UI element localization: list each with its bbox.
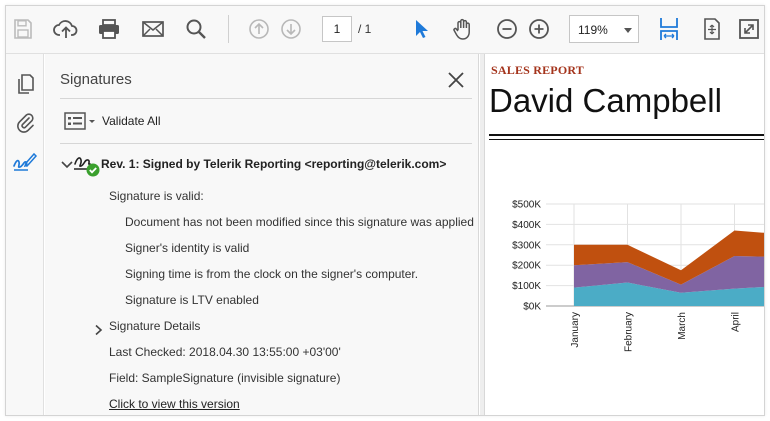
y-tick-label: $400K [512, 220, 541, 231]
printer-icon [99, 19, 119, 39]
report-person-name: David Campbell [489, 82, 722, 119]
signatures-panel-button[interactable] [11, 148, 39, 176]
signatures-panel: Signatures Validate All Rev. 1: Signed b… [45, 54, 479, 415]
signature-revision-label[interactable]: Rev. 1: Signed by Telerik Reporting <rep… [101, 157, 446, 171]
chevron-down-icon[interactable] [60, 158, 74, 172]
page-total: / 1 [358, 22, 372, 36]
search-button[interactable] [183, 16, 209, 42]
header-rule [489, 134, 764, 136]
signature-detail-item: Signer's identity is valid [125, 241, 250, 255]
y-tick-label: $0K [523, 302, 541, 313]
document-page: SALES REPORT David Campbell $0K $100K $200… [486, 54, 764, 415]
toolbar: / 1 119% [6, 6, 764, 54]
validate-all-button[interactable]: Validate All [102, 114, 160, 128]
pdf-viewer-window: / 1 119% [5, 5, 765, 416]
signature-detail-item: Document has not been modified since thi… [125, 215, 474, 229]
print-button[interactable] [96, 16, 122, 42]
cloud-upload-icon [53, 20, 78, 38]
save-icon [14, 19, 32, 39]
y-tick-label: $200K [512, 261, 541, 272]
attachments-panel-button[interactable] [11, 108, 39, 136]
envelope-icon [142, 21, 164, 37]
pages-icon [18, 74, 34, 94]
signature-detail-item: Signature is LTV enabled [125, 293, 259, 307]
email-button[interactable] [140, 16, 166, 42]
zoom-value: 119% [578, 23, 608, 37]
y-tick-label: $500K [512, 200, 541, 211]
zoom-select[interactable]: 119% [569, 15, 639, 43]
page-number-input[interactable] [322, 16, 352, 42]
x-tick-label: February [624, 312, 635, 352]
validate-options-button[interactable] [63, 110, 97, 132]
upload-button[interactable] [53, 16, 79, 42]
header-rule [489, 139, 764, 140]
arrow-up-circle-icon [249, 19, 269, 39]
zoom-in-icon [529, 19, 549, 39]
list-dropdown-icon [64, 112, 95, 130]
toolbar-divider [228, 15, 229, 43]
close-icon [448, 72, 464, 88]
paperclip-icon [17, 113, 34, 133]
page-gutter [480, 54, 485, 415]
view-version-link[interactable]: Click to view this version [109, 397, 240, 411]
expand-icon [739, 19, 759, 39]
document-view[interactable]: SALES REPORT David Campbell $0K $100K $200… [480, 54, 764, 415]
x-tick-label: March [677, 312, 688, 340]
x-tick-label: January [570, 312, 581, 348]
cursor-arrow-icon [416, 20, 428, 38]
hand-icon [453, 18, 470, 40]
chevron-down-icon [624, 28, 632, 33]
fit-page-icon [704, 18, 720, 40]
divider [60, 98, 472, 99]
select-tool-button[interactable] [408, 16, 434, 42]
signature-valid-icon [74, 157, 100, 177]
divider [60, 143, 472, 144]
search-icon [186, 19, 206, 39]
hand-tool-button[interactable] [450, 16, 476, 42]
chevron-right-icon[interactable] [92, 324, 104, 336]
arrow-down-circle-icon [281, 19, 301, 39]
previous-page-button[interactable] [246, 16, 272, 42]
signature-detail-item: Signing time is from the clock on the si… [125, 267, 419, 281]
signature-details-toggle[interactable]: Signature Details [109, 319, 200, 333]
x-tick-label: April [731, 312, 742, 332]
last-checked-text: Last Checked: 2018.04.30 13:55:00 +03'00… [109, 345, 341, 359]
y-tick-label: $300K [512, 240, 541, 251]
fit-width-icon [660, 18, 678, 40]
zoom-out-icon [497, 19, 517, 39]
navigation-rail [6, 54, 44, 415]
report-label: SALES REPORT [491, 63, 585, 77]
signature-field-text: Field: SampleSignature (invisible signat… [109, 371, 341, 385]
panel-title: Signatures [60, 71, 132, 88]
zoom-out-button[interactable] [494, 16, 520, 42]
save-button[interactable] [10, 16, 36, 42]
close-panel-button[interactable] [445, 69, 467, 91]
zoom-in-button[interactable] [526, 16, 552, 42]
signature-pen-icon [13, 152, 38, 171]
full-screen-button[interactable] [736, 16, 762, 42]
pages-panel-button[interactable] [11, 70, 39, 98]
sales-area-chart: $0K $100K $200K $300K $400K $500K January Febru… [512, 200, 764, 352]
y-tick-label: $100K [512, 281, 541, 292]
fit-width-button[interactable] [656, 16, 682, 42]
next-page-button[interactable] [278, 16, 304, 42]
fit-page-button[interactable] [699, 16, 725, 42]
signature-status: Signature is valid: [109, 189, 204, 203]
